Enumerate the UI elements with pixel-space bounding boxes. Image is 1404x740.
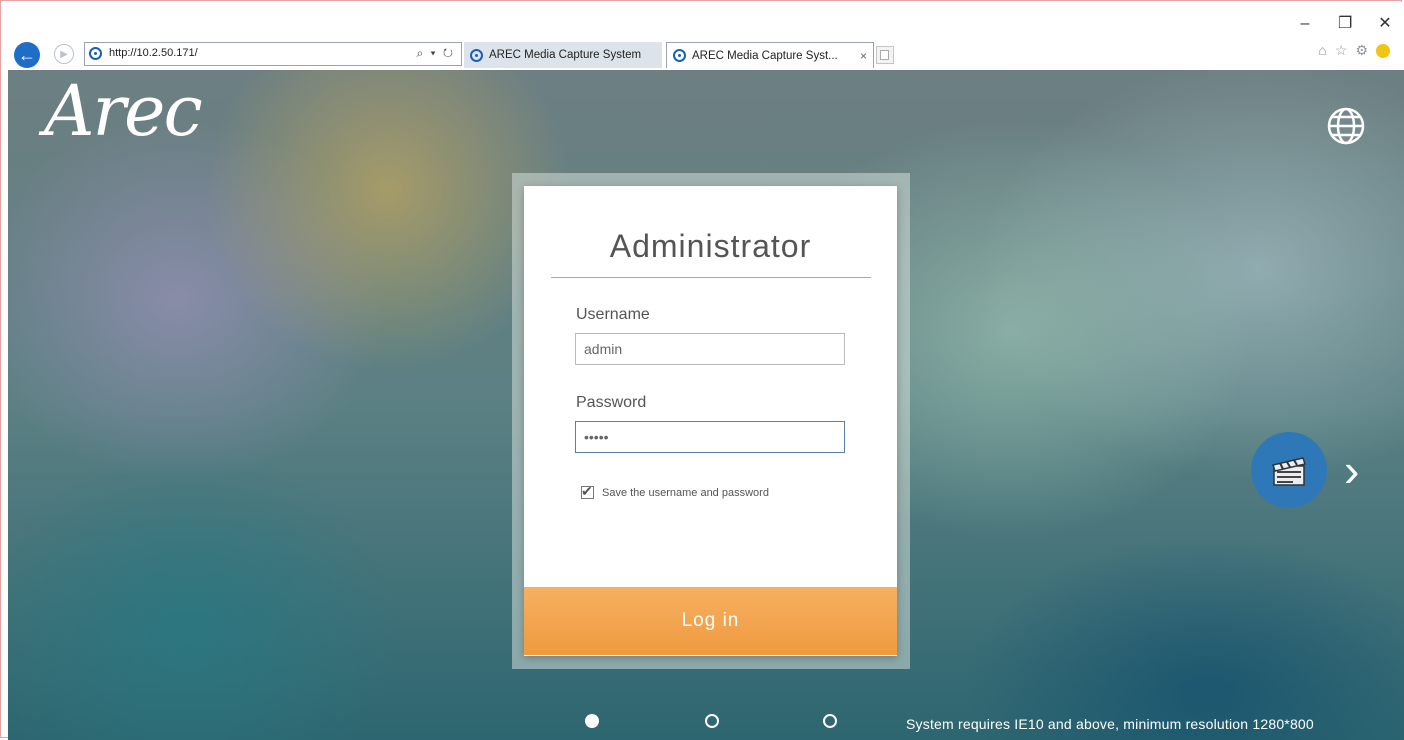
remember-label[interactable]: Save the username and password	[602, 487, 769, 499]
media-feature-button[interactable]	[1251, 432, 1327, 508]
tab-label: AREC Media Capture Syst...	[692, 49, 838, 62]
site-favicon-icon	[673, 49, 686, 62]
home-icon[interactable]: ⌂	[1318, 42, 1326, 59]
username-label: Username	[576, 306, 650, 323]
pagination-dot-active[interactable]	[585, 714, 599, 728]
chevron-right-icon[interactable]: ›	[1344, 447, 1359, 493]
tab-arec-1[interactable]: AREC Media Capture System	[464, 42, 662, 68]
window-controls: – ❐ ✕	[1298, 16, 1392, 32]
close-window-button[interactable]: ✕	[1378, 16, 1392, 32]
restore-button[interactable]: ❐	[1338, 16, 1352, 32]
arec-logo: Arec	[44, 70, 203, 152]
login-button[interactable]: Log in	[524, 587, 897, 655]
forward-arrow-icon: ▶	[60, 48, 68, 60]
site-favicon-icon	[470, 48, 483, 62]
globe-icon[interactable]	[1326, 106, 1366, 146]
address-search-refresh-icons[interactable]: ⌕ ▾ ↻	[416, 46, 455, 61]
smiley-icon[interactable]	[1376, 44, 1390, 58]
address-bar[interactable]: http://10.2.50.171/ ⌕ ▾ ↻	[84, 42, 462, 66]
clapperboard-icon	[1272, 457, 1306, 486]
page-title: Administrator	[609, 228, 812, 264]
star-icon[interactable]: ☆	[1335, 42, 1348, 59]
login-card: Administrator Username Password Save the…	[524, 186, 897, 656]
tab-label: AREC Media Capture System	[489, 49, 642, 61]
pagination-dot[interactable]	[823, 714, 837, 728]
new-tab-button[interactable]	[876, 46, 894, 64]
browser-toolbar: ⌂ ☆ ⚙	[1318, 42, 1390, 59]
browser-window: – ❐ ✕ ← ▶ http://10.2.50.171/ ⌕ ▾ ↻ AREC…	[0, 0, 1404, 740]
remember-row[interactable]: Save the username and password	[581, 483, 769, 500]
tab-arec-2-active[interactable]: AREC Media Capture Syst... ×	[666, 42, 874, 68]
browser-chrome: – ❐ ✕ ← ▶ http://10.2.50.171/ ⌕ ▾ ↻ AREC…	[2, 2, 1404, 70]
address-url[interactable]: http://10.2.50.171/	[109, 47, 198, 59]
forward-button[interactable]: ▶	[54, 44, 74, 64]
gear-icon[interactable]: ⚙	[1355, 42, 1368, 59]
back-arrow-icon: ←	[18, 44, 36, 65]
password-input[interactable]	[575, 421, 845, 453]
minimize-button[interactable]: –	[1298, 16, 1312, 32]
site-favicon-icon	[89, 47, 102, 60]
page-content: Arec Administrator Username Password Sav…	[8, 70, 1404, 740]
remember-checkbox[interactable]	[581, 483, 594, 500]
system-requirements-note: System requires IE10 and above, minimum …	[906, 716, 1314, 732]
pagination-dot[interactable]	[705, 714, 719, 728]
title-divider	[551, 277, 871, 278]
tab-close-icon[interactable]: ×	[860, 49, 867, 63]
username-input[interactable]	[575, 333, 845, 365]
password-label: Password	[576, 394, 647, 411]
back-button[interactable]: ←	[14, 42, 40, 68]
